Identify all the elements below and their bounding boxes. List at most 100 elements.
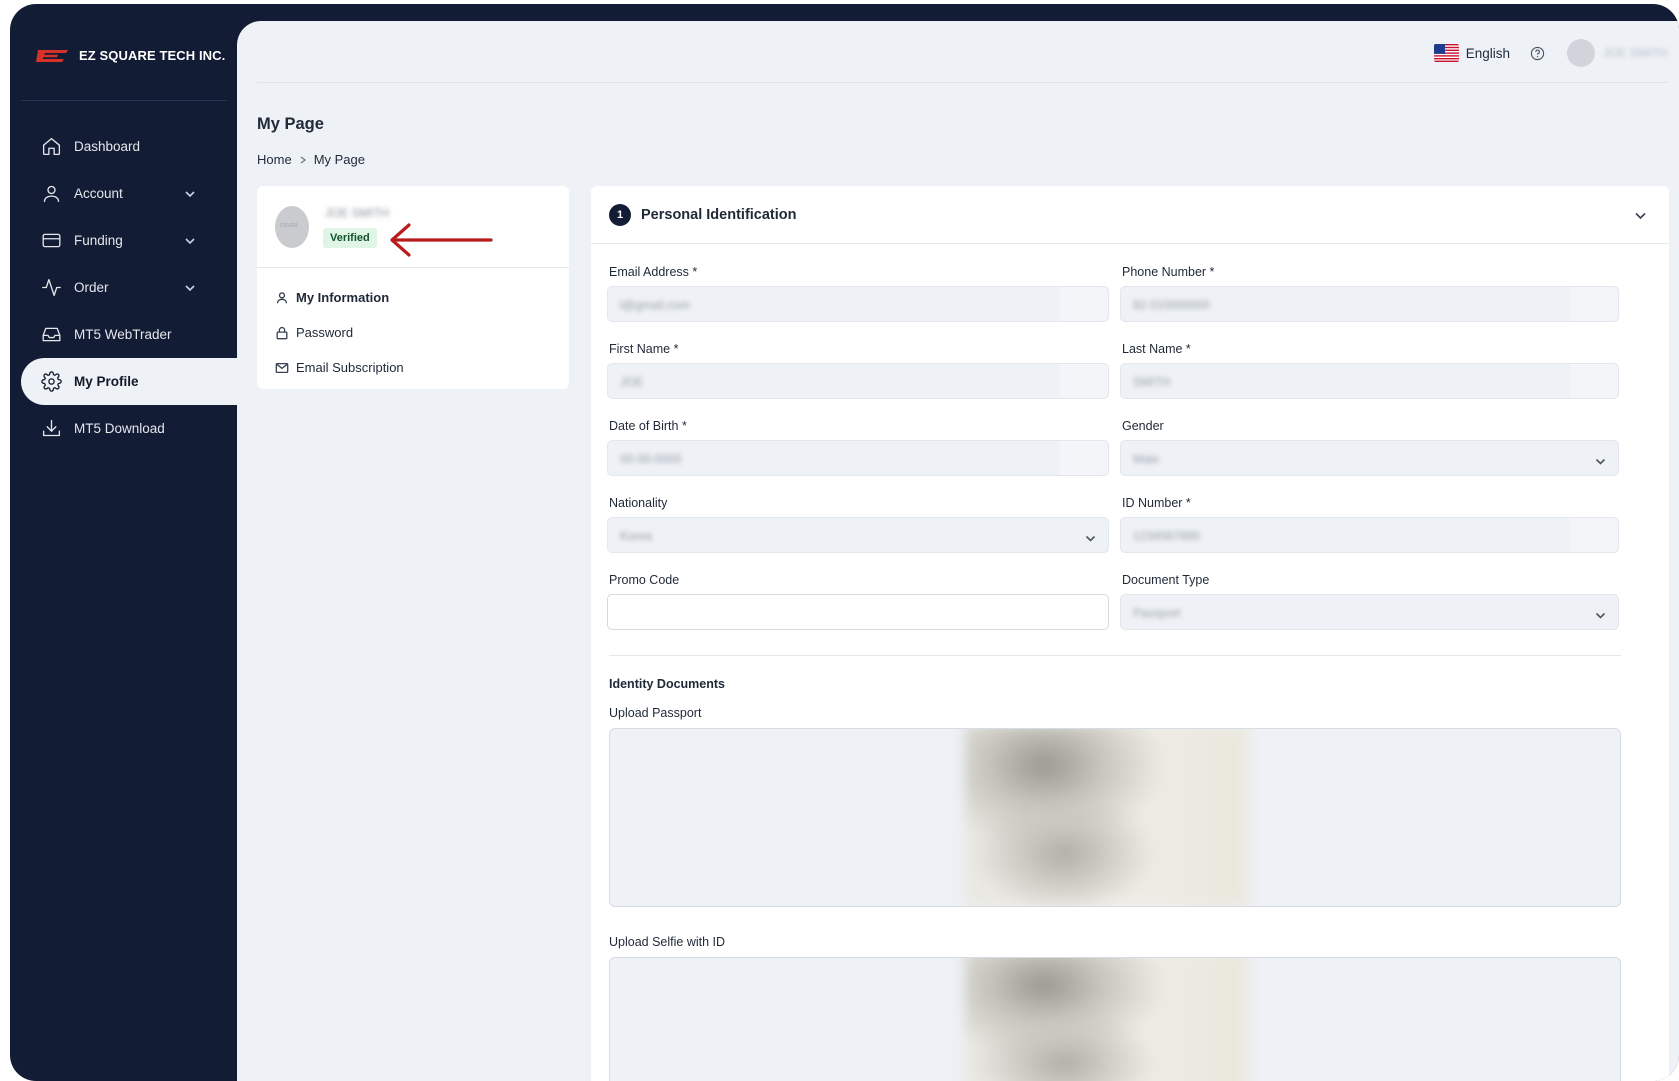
nationality-select[interactable]: Korea — [607, 517, 1109, 553]
breadcrumb-home[interactable]: Home — [257, 152, 292, 167]
menu-item-my-information[interactable]: My Information — [257, 280, 569, 315]
us-flag-icon[interactable] — [1433, 44, 1459, 62]
chevron-down-icon — [184, 235, 196, 247]
help-icon[interactable] — [1530, 46, 1545, 61]
profile-menu: My Information Password Email Subscripti… — [257, 268, 569, 385]
email-field[interactable]: l@gmail.com — [607, 286, 1109, 322]
sidebar-item-my-profile[interactable]: My Profile — [21, 358, 237, 405]
sidebar-divider — [21, 100, 227, 101]
identity-documents-title: Identity Documents — [609, 677, 725, 691]
menu-item-label: Password — [296, 325, 354, 340]
user-name[interactable]: JOE SMITH — [1603, 46, 1669, 60]
profile-avatar: COVER — [275, 206, 309, 248]
document-type-value: Passport — [1133, 606, 1181, 620]
menu-item-label: Email Subscription — [296, 360, 404, 375]
upload-passport-label: Upload Passport — [609, 706, 702, 720]
promo-label: Promo Code — [609, 573, 680, 587]
field-suffix — [1060, 364, 1108, 398]
gender-select[interactable]: Male — [1120, 440, 1619, 476]
gender-label: Gender — [1122, 419, 1164, 433]
sidebar-item-dashboard[interactable]: Dashboard — [10, 123, 237, 170]
chevron-down-icon — [184, 282, 196, 294]
topbar: English JOE SMITH — [257, 21, 1669, 83]
sidebar-item-account[interactable]: Account — [10, 170, 237, 217]
chevron-down-icon — [1595, 454, 1606, 465]
profile-header: COVER JOE SMITH Verified — [257, 186, 569, 268]
chevron-right-icon — [300, 156, 306, 163]
section-header[interactable]: 1 Personal Identification — [591, 186, 1669, 244]
nationality-label: Nationality — [609, 496, 668, 510]
first-name-field[interactable]: JOE — [607, 363, 1109, 399]
field-suffix — [1570, 518, 1618, 552]
field-suffix — [1060, 441, 1108, 475]
user-icon — [40, 183, 62, 205]
gender-value: Male — [1133, 452, 1160, 466]
activity-icon — [40, 277, 62, 299]
id-number-field[interactable]: 1234567890 — [1120, 517, 1619, 553]
dob-value: 00-00-0000 — [620, 452, 682, 466]
profile-name: JOE SMITH — [325, 206, 390, 220]
menu-item-email-subscription[interactable]: Email Subscription — [257, 350, 569, 385]
phone-label: Phone Number * — [1122, 265, 1215, 279]
card-icon — [40, 230, 62, 252]
sidebar-item-mt5-download[interactable]: MT5 Download — [10, 405, 237, 452]
field-suffix — [1060, 287, 1108, 321]
menu-item-password[interactable]: Password — [257, 315, 569, 350]
sidebar-item-label: Dashboard — [74, 139, 141, 154]
first-name-value: JOE — [620, 375, 644, 389]
user-icon — [275, 291, 289, 305]
last-name-field[interactable]: SMITH — [1120, 363, 1619, 399]
sidebar-item-order[interactable]: Order — [10, 264, 237, 311]
sidebar-item-label: Account — [74, 186, 123, 201]
dob-field[interactable]: 00-00-0000 — [607, 440, 1109, 476]
brand[interactable]: EZ SQUARE TECH INC. — [36, 48, 225, 63]
last-name-label: Last Name * — [1122, 342, 1191, 356]
document-type-select[interactable]: Passport — [1120, 594, 1619, 630]
breadcrumb-current: My Page — [313, 152, 365, 167]
phone-field[interactable]: 82 010000000 — [1120, 286, 1619, 322]
dob-label: Date of Birth * — [609, 419, 687, 433]
user-avatar[interactable] — [1567, 39, 1595, 67]
selfie-preview-image — [965, 958, 1248, 1081]
chevron-down-icon — [1595, 608, 1606, 619]
profile-card: COVER JOE SMITH Verified My Information … — [257, 186, 569, 389]
sidebar-item-mt5-webtrader[interactable]: MT5 WebTrader — [10, 311, 237, 358]
gear-icon — [40, 371, 62, 393]
email-label: Email Address * — [609, 265, 698, 279]
sidebar-nav: Dashboard Account Funding Order MT5 WebT… — [10, 123, 237, 452]
upload-selfie-label: Upload Selfie with ID — [609, 935, 726, 949]
app-frame: EZ SQUARE TECH INC. Dashboard Account Fu… — [10, 4, 1679, 1081]
chevron-down-icon[interactable] — [1634, 209, 1647, 222]
topbar-actions: English JOE SMITH — [1433, 39, 1669, 67]
language-selector[interactable]: English — [1466, 46, 1510, 61]
menu-item-label: My Information — [296, 290, 390, 305]
sidebar-item-funding[interactable]: Funding — [10, 217, 237, 264]
id-number-label: ID Number * — [1122, 496, 1191, 510]
inbox-icon — [40, 324, 62, 346]
passport-preview-image — [965, 729, 1248, 906]
brand-logo-icon — [36, 49, 68, 62]
step-number: 1 — [609, 203, 631, 226]
sidebar-item-label: Order — [74, 280, 109, 295]
upload-passport-dropzone[interactable] — [609, 728, 1621, 907]
mail-icon — [275, 361, 289, 375]
lock-icon — [275, 326, 289, 340]
section-title: Personal Identification — [641, 206, 797, 223]
chevron-down-icon — [184, 188, 196, 200]
field-suffix — [1570, 364, 1618, 398]
upload-selfie-dropzone[interactable] — [609, 957, 1621, 1081]
sidebar-item-label: My Profile — [74, 374, 139, 389]
sidebar: EZ SQUARE TECH INC. Dashboard Account Fu… — [10, 4, 237, 1081]
last-name-value: SMITH — [1133, 375, 1171, 389]
sidebar-item-label: MT5 WebTrader — [74, 327, 172, 342]
field-suffix — [1570, 287, 1618, 321]
document-type-label: Document Type — [1122, 573, 1210, 587]
brand-name: EZ SQUARE TECH INC. — [79, 48, 226, 63]
breadcrumb: Home My Page — [257, 152, 365, 167]
chevron-down-icon — [1085, 531, 1096, 542]
email-value: l@gmail.com — [620, 298, 690, 312]
promo-code-input[interactable] — [607, 594, 1109, 630]
avatar-text: COVER — [280, 223, 298, 229]
id-number-value: 1234567890 — [1133, 529, 1200, 543]
personal-identification-card: 1 Personal Identification Email Address … — [591, 186, 1669, 1081]
